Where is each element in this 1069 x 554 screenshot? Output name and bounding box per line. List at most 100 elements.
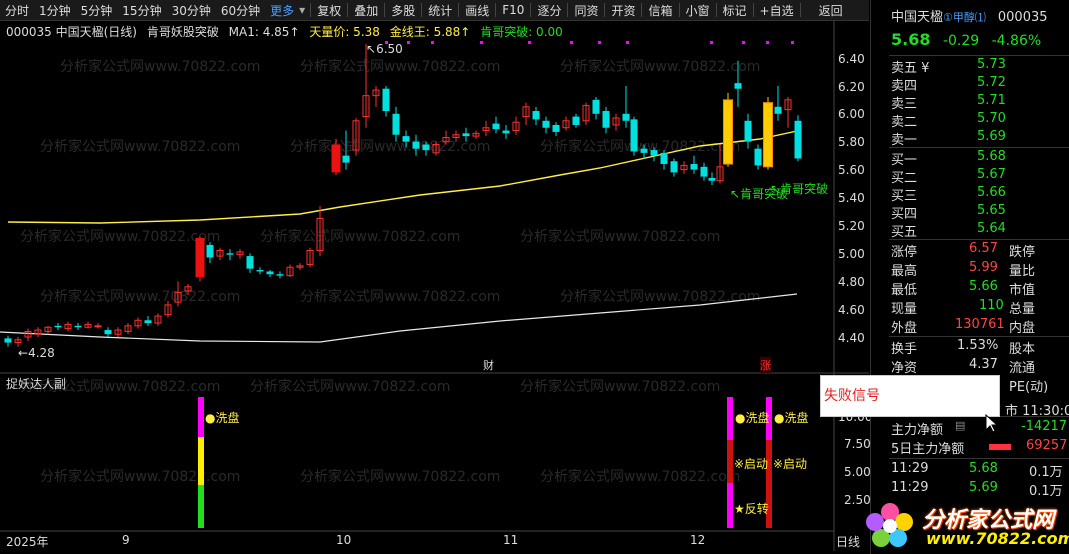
divider bbox=[421, 3, 423, 17]
ask-row[interactable]: 卖四 5.72 bbox=[891, 75, 1067, 94]
ask-row[interactable]: 卖三 5.71 bbox=[891, 93, 1067, 112]
failure-signal-popup[interactable]: 失败信号 bbox=[820, 375, 1000, 417]
x-tick: 10 bbox=[336, 533, 352, 547]
tianliang-value: 天量价: 5.38 bbox=[309, 25, 380, 39]
signal-bar bbox=[727, 397, 733, 440]
multi-stock-button[interactable]: 多股 bbox=[386, 2, 420, 19]
signal-dot bbox=[626, 41, 629, 44]
kline-chart[interactable]: 分析家公式网www.70822.com 分析家公式网www.70822.com 分析… bbox=[0, 21, 872, 551]
lower-panel-bars bbox=[198, 397, 772, 528]
mailbox-button[interactable]: 信箱 bbox=[643, 2, 677, 19]
candle-body bbox=[640, 148, 648, 153]
stat-row: 净资 4.37 流通 bbox=[891, 357, 1036, 376]
price-tick: 6.20 bbox=[838, 80, 865, 94]
chart-title: 000035 中国天楹(日线) 肯哥妖股突破 MA1: 4.85↑ 天量价: 5… bbox=[6, 23, 569, 40]
limit-up-marker[interactable]: 涨 bbox=[760, 357, 771, 373]
tab-5min[interactable]: 5分钟 bbox=[76, 2, 118, 19]
x-tick: 2025年 bbox=[6, 535, 49, 549]
by-minute-button[interactable]: 逐分 bbox=[532, 2, 566, 19]
signal-dot bbox=[480, 41, 483, 44]
watermark-text: 分析家公式网www.70822.com bbox=[540, 468, 740, 485]
period-label[interactable]: 日线 bbox=[836, 533, 860, 550]
divider bbox=[889, 147, 1069, 148]
divider bbox=[604, 3, 606, 17]
flower-logo-icon bbox=[866, 503, 913, 547]
tab-timeshare[interactable]: 分时 bbox=[0, 2, 34, 19]
small-window-button[interactable]: 小窗 bbox=[681, 2, 715, 19]
divider bbox=[567, 3, 569, 17]
price-tick: 6.00 bbox=[838, 107, 865, 121]
mark-button[interactable]: 标记 bbox=[718, 2, 752, 19]
signal-dot bbox=[528, 41, 531, 44]
stat-row: 最低 5.66 市值 bbox=[891, 279, 1036, 298]
candle-body bbox=[794, 120, 802, 159]
candle-body bbox=[402, 136, 410, 142]
price-tick: 4.40 bbox=[838, 331, 865, 345]
price-tick: 5.60 bbox=[838, 163, 865, 177]
ask-row[interactable]: 卖一 5.69 bbox=[891, 129, 1067, 148]
same-fund-button[interactable]: 同资 bbox=[569, 2, 603, 19]
main-flow-row[interactable]: 主力净额 ▤ -14217 bbox=[891, 419, 1067, 438]
watermark-text: 分析家公式网www.70822.com bbox=[20, 228, 220, 245]
bid-row[interactable]: 买四 5.65 bbox=[891, 203, 1067, 222]
cursor-icon bbox=[985, 414, 999, 433]
add-watchlist-button[interactable]: +自选 bbox=[755, 2, 799, 19]
price-tick: 5.00 bbox=[838, 247, 865, 261]
stock-title: 000035 中国天楹(日线) bbox=[6, 25, 137, 39]
bid-row[interactable]: 买五 5.64 bbox=[891, 221, 1067, 240]
candle-body bbox=[422, 144, 430, 151]
table-icon[interactable]: ▤ bbox=[955, 419, 965, 432]
lower-panel-title: 捉妖达人副 bbox=[6, 377, 67, 391]
signal-bar bbox=[727, 483, 733, 528]
stats-button[interactable]: 统计 bbox=[423, 2, 457, 19]
bid-row[interactable]: 买三 5.66 bbox=[891, 185, 1067, 204]
tab-60min[interactable]: 60分钟 bbox=[216, 2, 265, 19]
breakout-value: 肯哥突破: 0.00 bbox=[480, 25, 563, 39]
ask-row[interactable]: 卖五 ¥5.73 bbox=[891, 57, 1067, 76]
x-tick: 9 bbox=[122, 533, 130, 547]
candle-body bbox=[276, 274, 284, 276]
tab-1min[interactable]: 1分钟 bbox=[34, 2, 76, 19]
price-tick: 4.80 bbox=[838, 275, 865, 289]
stock-name: 中国天楹 bbox=[891, 10, 944, 25]
tab-30min[interactable]: 30分钟 bbox=[167, 2, 216, 19]
stat-row: 最高 5.99 量比 bbox=[891, 260, 1036, 279]
sector-tag[interactable]: ①甲醇⑴ bbox=[943, 11, 986, 24]
chevron-down-icon[interactable]: ▾ bbox=[299, 3, 309, 17]
candle-body bbox=[266, 271, 274, 275]
more-button[interactable]: 更多 bbox=[265, 2, 299, 19]
logo-url: www.70822.com bbox=[926, 529, 1069, 548]
divider bbox=[889, 458, 1069, 459]
draw-line-button[interactable]: 画线 bbox=[460, 2, 494, 19]
divider bbox=[641, 3, 643, 17]
candle-body bbox=[54, 325, 62, 328]
overlay-button[interactable]: 叠加 bbox=[349, 2, 383, 19]
price-change: -0.29 bbox=[942, 33, 980, 49]
open-fund-button[interactable]: 开资 bbox=[606, 2, 640, 19]
candle-body bbox=[622, 113, 630, 121]
tab-15min[interactable]: 15分钟 bbox=[117, 2, 166, 19]
breakout-label: ↖肯哥突破 bbox=[770, 182, 829, 196]
flow5-row[interactable]: 5日主力净额 69257 bbox=[891, 438, 1067, 457]
indicator-name[interactable]: 肯哥妖股突破 bbox=[147, 25, 219, 39]
adjust-button[interactable]: 复权 bbox=[312, 2, 346, 19]
candle-body bbox=[74, 325, 82, 328]
bid-row[interactable]: 买一 5.68 bbox=[891, 149, 1067, 168]
candle-body bbox=[206, 244, 214, 258]
signal-dot bbox=[598, 41, 601, 44]
ask-row[interactable]: 卖二 5.70 bbox=[891, 111, 1067, 130]
bid-row[interactable]: 买二 5.67 bbox=[891, 167, 1067, 186]
back-button[interactable]: 返回 bbox=[814, 2, 848, 19]
signal-bar bbox=[198, 397, 204, 437]
candle-body bbox=[246, 256, 254, 269]
candle-body bbox=[144, 320, 152, 324]
watermark-text: 分析家公式网www.70822.com bbox=[250, 378, 450, 395]
signal-bar bbox=[198, 437, 204, 485]
finance-marker[interactable]: 财 bbox=[483, 357, 494, 373]
signal-dot bbox=[791, 41, 794, 44]
price-tick: 5.80 bbox=[838, 135, 865, 149]
watermark-text: 分析家公式网www.70822.com bbox=[290, 138, 490, 155]
high-annotation: ↖6.50 bbox=[366, 42, 403, 56]
candle-body bbox=[592, 99, 600, 114]
f10-button[interactable]: F10 bbox=[497, 3, 529, 17]
